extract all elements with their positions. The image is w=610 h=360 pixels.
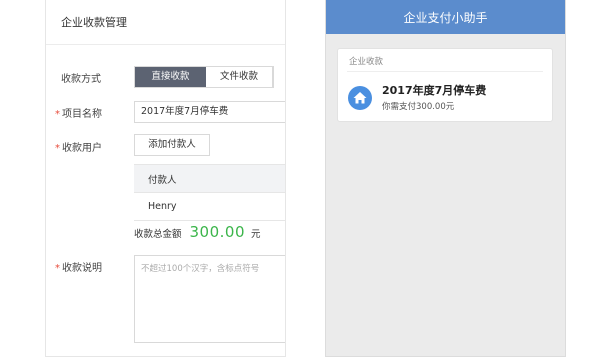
home-icon	[348, 86, 372, 110]
project-name-input[interactable]: 2017年度7月停车费	[134, 101, 285, 123]
required-mark: *	[55, 109, 60, 120]
mobile-title: 企业支付小助手	[326, 0, 565, 34]
total-amount: 300.00	[189, 223, 246, 241]
admin-title: 企业收款管理	[46, 0, 285, 45]
tab-direct-collection[interactable]: 直接收款	[135, 67, 206, 87]
description-textarea[interactable]: 不超过100个汉字，含标点符号	[134, 255, 285, 343]
method-label: 收款方式	[61, 74, 101, 85]
admin-panel: 企业收款管理 收款方式 直接收款 文件收款 * 项目名称 2017年度7月停车费 …	[45, 0, 286, 357]
mobile-preview: 企业支付小助手 企业收款 2017年度7月停车费 你需支付300.00元	[325, 0, 566, 357]
table-row[interactable]: Henry	[134, 192, 285, 221]
total-unit: 元	[251, 229, 261, 240]
required-mark: *	[55, 143, 60, 154]
card-section-title: 企业收款	[349, 57, 384, 67]
add-payer-button[interactable]: 添加付款人	[134, 134, 210, 156]
desc-label: * 收款说明	[55, 263, 102, 274]
total-row: 收款总金额 300.00 元	[134, 223, 261, 241]
method-segmented-control: 直接收款 文件收款	[134, 66, 274, 88]
users-label: * 收款用户	[55, 143, 102, 154]
payer-table: 付款人 Henry	[134, 164, 285, 221]
payment-card[interactable]: 企业收款 2017年度7月停车费 你需支付300.00元	[337, 48, 553, 122]
card-divider	[347, 71, 543, 72]
payer-cell: Henry	[134, 192, 285, 221]
tab-file-collection[interactable]: 文件收款	[206, 67, 273, 87]
bill-subtitle: 你需支付300.00元	[382, 102, 455, 112]
project-label: * 项目名称	[55, 109, 102, 120]
table-header-payer: 付款人	[134, 164, 285, 193]
total-label: 收款总金额	[134, 229, 182, 240]
bill-title: 2017年度7月停车费	[382, 84, 487, 97]
table-header-row: 付款人	[134, 164, 285, 193]
required-mark: *	[55, 263, 60, 274]
